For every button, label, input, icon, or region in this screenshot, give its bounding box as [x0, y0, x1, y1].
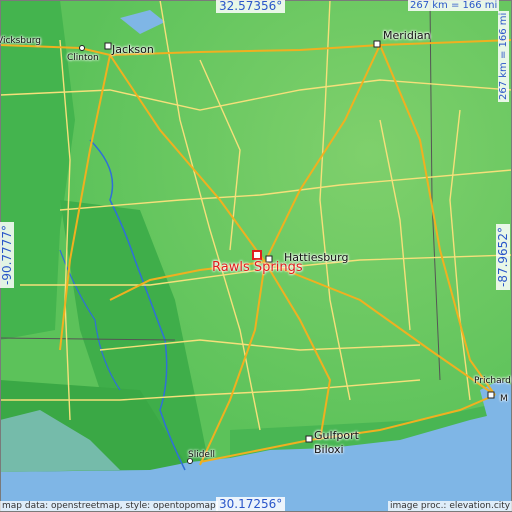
- clinton-marker: [79, 45, 85, 51]
- coord-bottom-latitude: 30.17256°: [216, 497, 286, 511]
- meridian-marker: [373, 40, 381, 48]
- gulfport-marker: [305, 435, 313, 443]
- city-label-gulfport: Gulfport: [314, 429, 359, 442]
- jackson-marker: [104, 42, 112, 50]
- city-label-biloxi: Biloxi: [314, 443, 344, 456]
- scale-label-right: 267 km = 166 mi: [498, 10, 509, 102]
- city-label-meridian: Meridian: [383, 29, 431, 42]
- city-label-jackson: Jackson: [112, 43, 154, 56]
- city-label-vicksburg: Vicksburg: [0, 36, 41, 46]
- map-canvas: [0, 0, 512, 512]
- mobile-marker: [487, 391, 495, 399]
- attribution-right: image proc.: elevation.city: [388, 501, 512, 511]
- coord-right-longitude: -87.9652°: [496, 224, 510, 290]
- city-label-clinton: Clinton: [67, 53, 99, 63]
- location-label-rawls-springs: Rawls Springs: [212, 260, 303, 275]
- city-label-prichard: Prichard: [474, 376, 511, 386]
- location-marker[interactable]: [252, 250, 262, 260]
- coord-top-latitude: 32.57356°: [216, 0, 286, 13]
- city-label-slidell: Slidell: [188, 450, 215, 460]
- elevation-map[interactable]: Jackson Clinton Vicksburg Meridian Hatti…: [0, 0, 512, 512]
- coord-left-longitude: -90.7777°: [0, 222, 14, 288]
- city-label-mobile: M: [500, 394, 508, 404]
- attribution-left: map data: openstreetmap, style: opentopo…: [0, 501, 218, 511]
- scale-label-top: 267 km = 166 mi: [408, 0, 500, 11]
